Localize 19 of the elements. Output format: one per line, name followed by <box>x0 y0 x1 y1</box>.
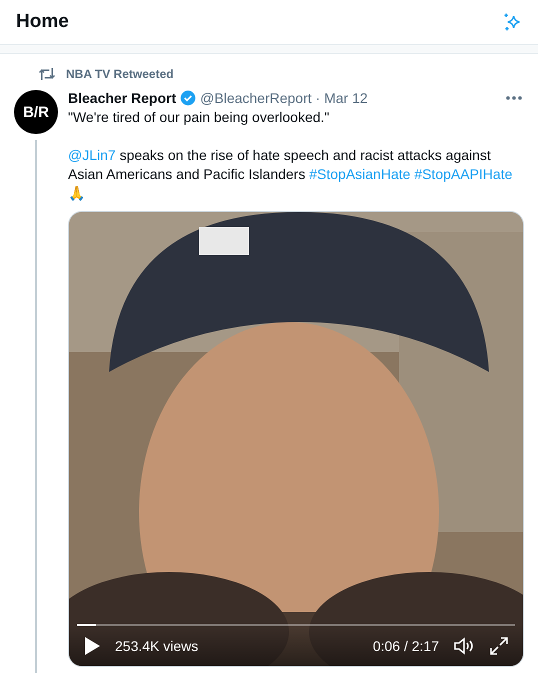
fullscreen-icon[interactable] <box>489 636 509 656</box>
video-time: 0:06 / 2:17 <box>372 638 439 654</box>
more-icon[interactable] <box>506 96 522 100</box>
emoji: 🙏 <box>68 184 86 203</box>
play-icon[interactable] <box>83 636 101 656</box>
avatar[interactable]: B/R <box>14 90 58 134</box>
retweet-icon <box>38 66 56 82</box>
speaker-icon[interactable] <box>453 636 475 656</box>
hashtag-link[interactable]: #StopAAPIHate <box>414 166 512 182</box>
hashtag-link[interactable]: #StopAsianHate <box>309 166 410 182</box>
hashtag-link[interactable]: @JLin7 <box>68 147 116 163</box>
view-count: 253.4K views <box>115 638 198 654</box>
retweet-context[interactable]: NBA TV Retweeted <box>66 67 174 81</box>
page-title: Home <box>16 11 69 33</box>
sparkle-icon[interactable] <box>502 12 522 32</box>
author-handle-date[interactable]: @BleacherReport · Mar 12 <box>200 90 368 106</box>
tweet-text: @JLin7 speaks on the rise of hate speech and racist attacks against Asian Americans and Pacific Islanders #StopAsianHate #StopAAPIHate <box>68 146 514 184</box>
tweet-quote: "We're tired of our pain being overlooked." <box>68 108 330 127</box>
author-name[interactable]: Bleacher Report <box>68 90 176 106</box>
